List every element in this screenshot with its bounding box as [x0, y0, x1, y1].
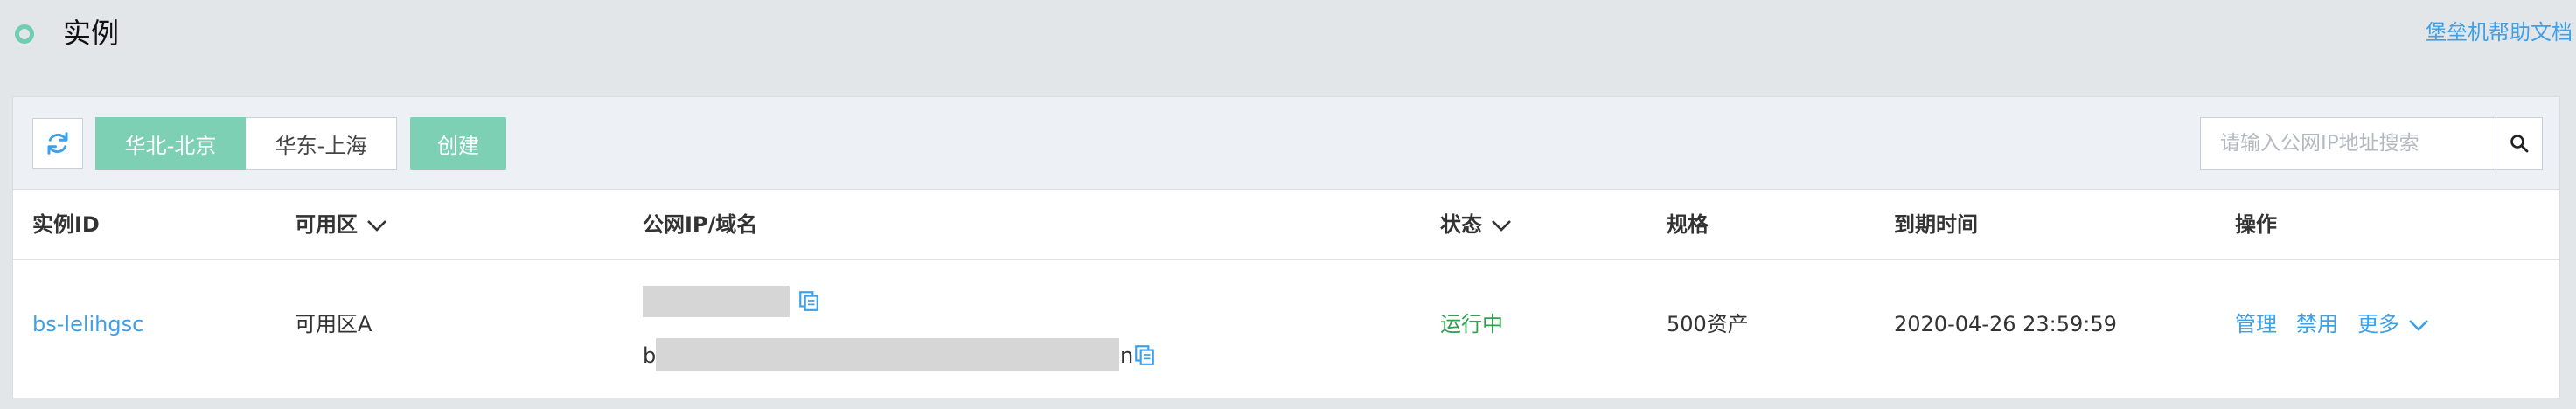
spec-value: 500资产 [1667, 312, 1749, 336]
search-box [2200, 117, 2543, 170]
help-doc-link[interactable]: 堡垒机帮助文档 [2426, 18, 2573, 46]
page-title: 实例 [63, 17, 120, 50]
col-actions: 操作 [2235, 212, 2277, 237]
top-bar: 实例 堡垒机帮助文档 [0, 0, 2576, 75]
toolbar: 华北-北京 华东-上海 创建 [13, 97, 2559, 190]
table-header: 实例ID 可用区 公网IP/域名 状态 规格 到期时间 操作 [13, 190, 2559, 260]
more-dropdown[interactable]: 更多 [2357, 312, 2429, 336]
manage-link[interactable]: 管理 [2235, 312, 2277, 336]
redacted-ip [643, 286, 790, 317]
row-actions: 管理 禁用 更多 [2235, 310, 2429, 338]
col-expiry: 到期时间 [1894, 212, 1978, 237]
col-instance-id: 实例ID [32, 212, 100, 237]
col-status-label: 状态 [1440, 212, 1482, 237]
instance-id-link[interactable]: bs-lelihgsc [32, 310, 143, 338]
col-zone-filter[interactable]: 可用区 [295, 190, 387, 260]
create-button[interactable]: 创建 [410, 117, 506, 170]
col-zone-label: 可用区 [295, 212, 358, 237]
col-status-filter[interactable]: 状态 [1440, 190, 1512, 260]
search-icon [2510, 135, 2529, 153]
domain-suffix-char: n [1120, 343, 1134, 368]
col-ip: 公网IP/域名 [643, 212, 758, 237]
chevron-down-icon [1492, 220, 1511, 232]
instance-panel: 华北-北京 华东-上海 创建 实例ID 可用区 公网IP/域名 状态 规格 到期… [12, 96, 2560, 398]
region-tab-shanghai[interactable]: 华东-上海 [246, 117, 397, 170]
col-spec: 规格 [1667, 212, 1709, 237]
disable-link[interactable]: 禁用 [2296, 312, 2338, 336]
refresh-icon [47, 132, 68, 155]
more-label: 更多 [2357, 312, 2399, 336]
status-ring-icon [15, 24, 34, 44]
region-selector: 华北-北京 华东-上海 [95, 117, 397, 170]
status-badge: 运行中 [1440, 312, 1503, 336]
search-button[interactable] [2496, 118, 2542, 169]
expiry-value: 2020-04-26 23:59:59 [1894, 312, 2117, 336]
copy-icon[interactable] [1133, 343, 1156, 366]
table-row: bs-lelihgsc 可用区A b n 运行中 500资产 2020-04-2… [13, 260, 2559, 398]
chevron-down-icon [367, 220, 386, 232]
chevron-down-icon [2409, 320, 2428, 331]
copy-icon[interactable] [797, 289, 820, 312]
refresh-button[interactable] [32, 118, 83, 169]
zone-value: 可用区A [295, 312, 372, 336]
region-tab-beijing[interactable]: 华北-北京 [95, 117, 246, 170]
search-input[interactable] [2201, 118, 2496, 169]
domain-prefix-char: b [643, 343, 657, 368]
redacted-domain [656, 338, 1119, 371]
